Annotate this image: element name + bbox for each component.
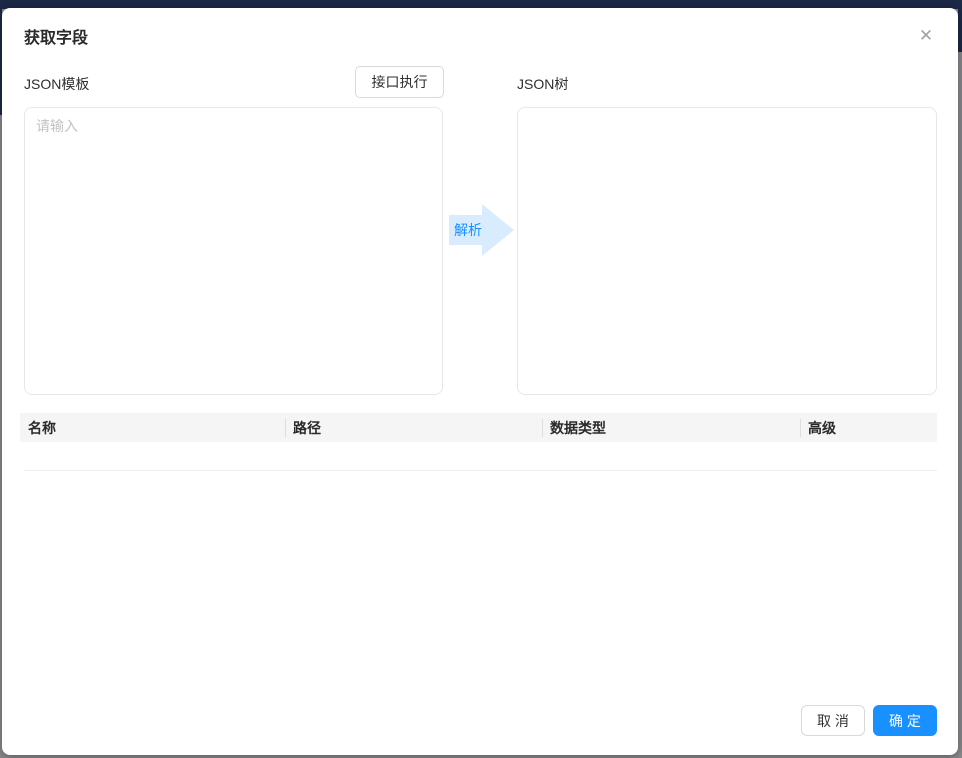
- json-tree-panel[interactable]: [517, 107, 937, 395]
- modal-title: 获取字段: [24, 30, 89, 47]
- column-header-name: 名称: [28, 419, 56, 436]
- parse-label: 解析: [454, 222, 482, 238]
- close-icon[interactable]: ✕: [910, 20, 942, 52]
- background-right-edge: [958, 0, 962, 52]
- column-header-path: 路径: [285, 413, 542, 442]
- column-header-data-type: 数据类型: [542, 413, 800, 442]
- column-header-advanced: 高级: [800, 413, 937, 442]
- get-fields-modal: 获取字段 ✕ JSON模板 接口执行 JSON树 解析 名称 路径 数据类型 高…: [2, 8, 958, 755]
- json-template-label: JSON模板: [24, 76, 90, 92]
- table-empty-row: [24, 442, 937, 471]
- json-tree-label: JSON树: [517, 76, 569, 92]
- cancel-button[interactable]: 取 消: [801, 705, 865, 736]
- json-template-input[interactable]: [24, 107, 443, 395]
- fields-table-header: 名称 路径 数据类型 高级: [20, 413, 937, 442]
- parse-arrow[interactable]: 解析: [449, 204, 515, 256]
- confirm-button[interactable]: 确 定: [873, 705, 937, 736]
- execute-api-button[interactable]: 接口执行: [355, 66, 444, 98]
